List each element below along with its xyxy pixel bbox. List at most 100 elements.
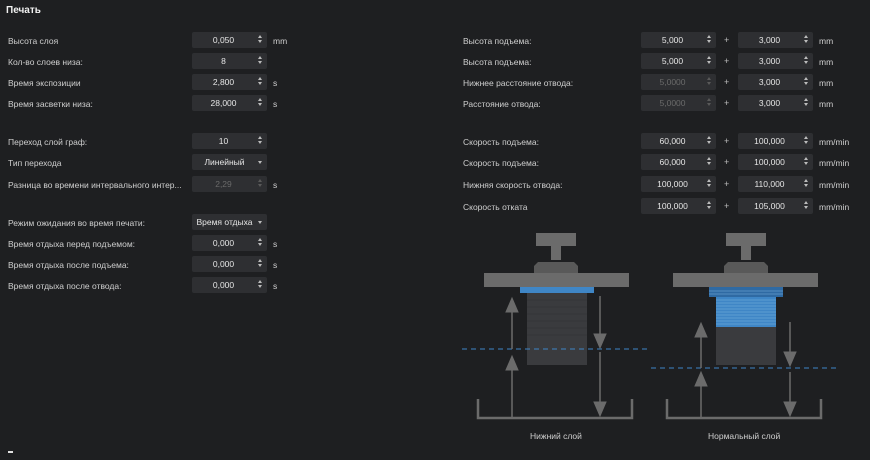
lift-height-label: Высота подъема: [463,57,532,67]
plus-sign: + [724,201,730,211]
rest-after-lift-spinbox[interactable]: 0,000 [192,256,267,272]
lift-speed-bottom-value-1: 60,000 [659,136,686,146]
spin-arrows-icon[interactable] [256,55,264,67]
retract-speed-value-2: 105,000 [754,201,785,211]
bottom-retract-dist-label: Нижнее расстояние отвода: [463,78,574,88]
bottom-retract-speed-value-1: 100,000 [657,179,688,189]
lift-height-bottom-spinbox-2[interactable]: 3,000 [738,32,813,48]
chevron-down-icon [258,221,262,224]
transition-layers-value: 10 [218,136,229,146]
spin-arrows-icon[interactable] [802,200,810,212]
lift-speed-value-2: 100,000 [754,157,785,167]
rest-after-retract-spinbox[interactable]: 0,000 [192,277,267,293]
spin-arrows-icon[interactable] [256,178,264,190]
lift-speed-value-1: 60,000 [659,157,686,167]
bottom-layer-diagram [462,233,650,420]
plus-sign: + [724,136,730,146]
lift-speed-bottom-spinbox-2[interactable]: 100,000 [738,133,813,149]
layer-height-spinbox[interactable]: 0,050 [192,32,267,48]
transition-type-dropdown[interactable]: Линейный [192,154,267,170]
retract-dist-value-2: 3,000 [758,98,781,108]
transition-type-label: Тип перехода [8,158,62,168]
spin-arrows-icon[interactable] [256,34,264,46]
retract-arrow-icon [593,296,607,418]
spin-arrows-icon[interactable] [256,237,264,249]
bottom-exposure-value: 28,000 [210,98,237,108]
retract-speed-spinbox-2[interactable]: 105,000 [738,198,813,214]
wait-mode-value: Время отдыха [196,217,253,227]
lift-speed-spinbox-1[interactable]: 60,000 [641,154,716,170]
spin-arrows-icon[interactable] [705,135,713,147]
lift-speed-bottom-spinbox-1[interactable]: 60,000 [641,133,716,149]
lift-speed-bottom-label: Скорость подъема: [463,137,539,147]
spin-arrows-icon[interactable] [256,279,264,291]
plus-sign: + [724,98,730,108]
retract-dist-value-1: 5,0000 [659,98,686,108]
rest-before-lift-spinbox[interactable]: 0,000 [192,235,267,251]
spin-arrows-icon[interactable] [802,76,810,88]
spin-arrows-icon[interactable] [705,76,713,88]
interval-time-value: 2,29 [215,179,232,189]
spin-arrows-icon[interactable] [802,97,810,109]
bottom-retract-speed-label: Нижняя скорость отвода: [463,180,563,190]
retract-speed-spinbox-1[interactable]: 100,000 [641,198,716,214]
interval-time-unit: s [273,180,278,190]
spin-arrows-icon[interactable] [256,135,264,147]
lift-speed-label: Скорость подъема: [463,158,539,168]
exposure-value: 2,800 [212,77,235,87]
lift-height-bottom-spinbox-1[interactable]: 5,000 [641,32,716,48]
transition-layers-spinbox[interactable]: 10 [192,133,267,149]
resin-vat [476,399,634,420]
retract-arrow-icon [783,322,797,418]
spin-arrows-icon[interactable] [705,97,713,109]
retract-speed-value-1: 100,000 [657,201,688,211]
spin-arrows-icon[interactable] [256,258,264,270]
lift-height-bottom-label: Высота подъема: [463,36,532,46]
spin-arrows-icon[interactable] [802,34,810,46]
retract-dist-spinbox-2[interactable]: 3,000 [738,95,813,111]
bottom-retract-speed-spinbox-1[interactable]: 100,000 [641,176,716,192]
lift-height-spinbox-1[interactable]: 5,000 [641,53,716,69]
spin-arrows-icon[interactable] [705,200,713,212]
spin-arrows-icon[interactable] [802,156,810,168]
resin-bottom-layers [709,287,783,297]
build-plate-holder [534,262,578,274]
spin-arrows-icon[interactable] [802,55,810,67]
transition-type-value: Линейный [204,157,245,167]
bottom-retract-dist-spinbox-1[interactable]: 5,0000 [641,74,716,90]
spin-arrows-icon[interactable] [705,34,713,46]
spin-arrows-icon[interactable] [705,178,713,190]
spin-arrows-icon[interactable] [256,76,264,88]
page-title: Печать [6,5,41,16]
lift-height-spinbox-2[interactable]: 3,000 [738,53,813,69]
bottom-layers-spinbox[interactable]: 8 [192,53,267,69]
wait-mode-dropdown[interactable]: Время отдыха [192,214,267,230]
interval-time-spinbox[interactable]: 2,29 [192,176,267,192]
lift-diagram [462,233,840,420]
resin-vat [665,399,823,420]
retract-speed-unit: mm/min [819,202,850,212]
bottom-exposure-spinbox[interactable]: 28,000 [192,95,267,111]
build-plate [484,273,629,287]
spin-arrows-icon[interactable] [802,135,810,147]
exposure-label: Время экспозиции [8,78,81,88]
resize-handle[interactable] [8,451,13,453]
rest-before-lift-label: Время отдыха перед подъемом: [8,239,136,249]
plus-sign: + [724,56,730,66]
spin-arrows-icon[interactable] [256,97,264,109]
spin-arrows-icon[interactable] [705,156,713,168]
exposure-spinbox[interactable]: 2,800 [192,74,267,90]
lift-speed-spinbox-2[interactable]: 100,000 [738,154,813,170]
rest-before-lift-unit: s [273,239,278,249]
rest-before-lift-value: 0,000 [212,238,235,248]
spin-arrows-icon[interactable] [705,55,713,67]
bottom-retract-dist-value-1: 5,0000 [659,77,686,87]
spin-arrows-icon[interactable] [802,178,810,190]
bottom-retract-speed-spinbox-2[interactable]: 110,000 [738,176,813,192]
wait-mode-label: Режим ожидания во время печати: [8,218,146,228]
bottom-retract-dist-value-2: 3,000 [758,77,781,87]
bottom-retract-dist-spinbox-2[interactable]: 3,000 [738,74,813,90]
chevron-down-icon [258,161,262,164]
retract-dist-unit: mm [819,99,834,109]
retract-dist-spinbox-1[interactable]: 5,0000 [641,95,716,111]
